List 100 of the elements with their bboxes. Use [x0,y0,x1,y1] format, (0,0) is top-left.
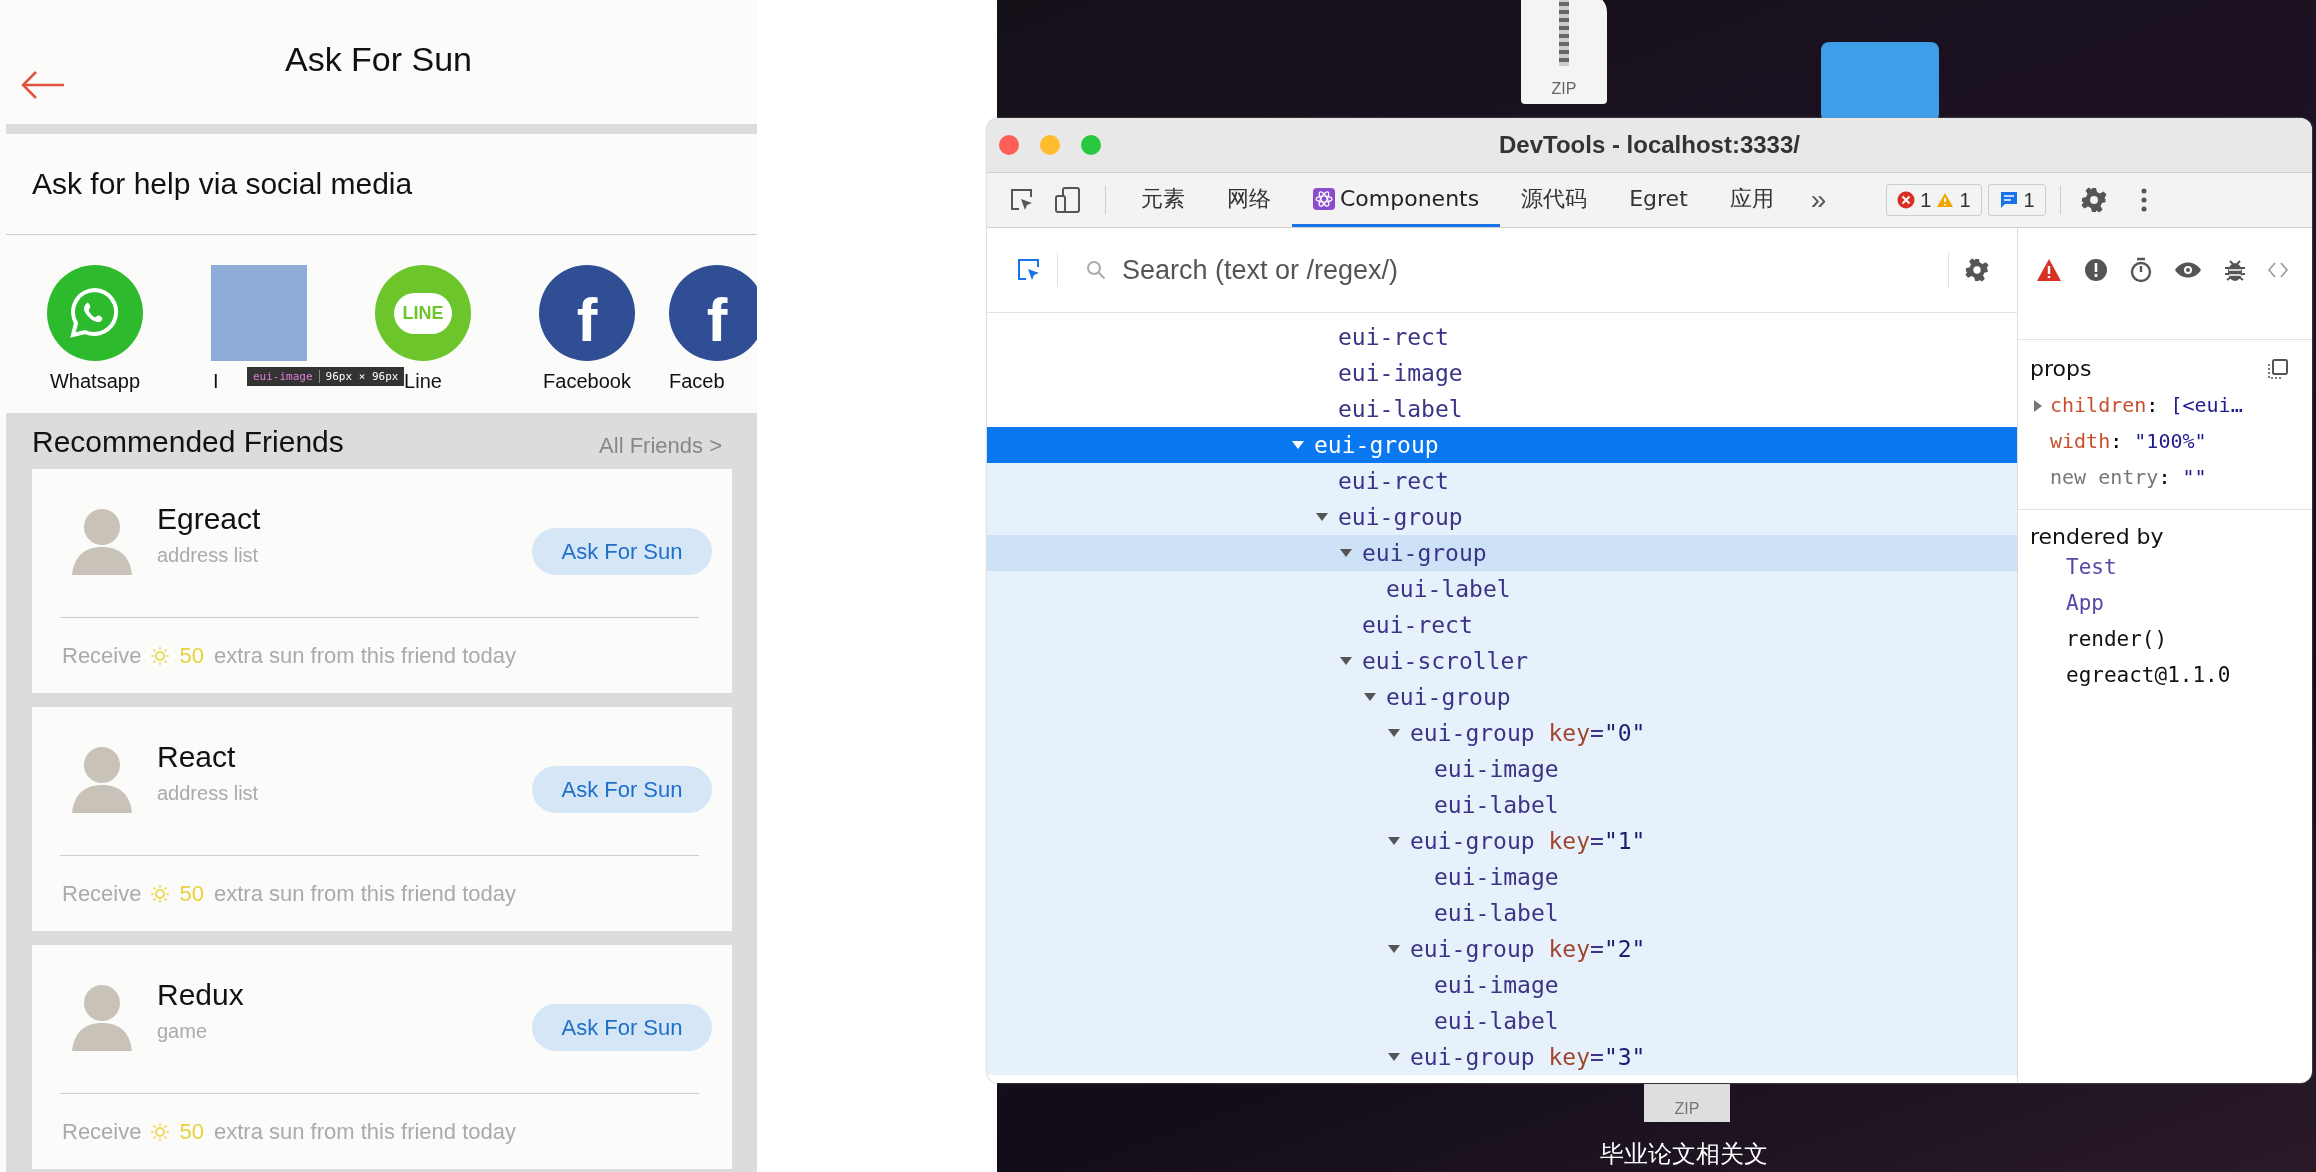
social-label: Faceb [669,369,725,393]
reward-text: Receive [62,642,142,669]
caret-icon[interactable] [1316,513,1328,521]
rendered-by-heading: rendered by [2030,524,2164,549]
reward-text: extra sun from this friend today [213,880,516,907]
tree-node[interactable]: eui-label [987,571,2017,607]
reward-text: extra sun from this friend today [213,1118,516,1145]
tree-node[interactable]: eui-image [987,967,2017,1003]
section-title: Ask for help via social media [31,166,414,202]
copy-icon[interactable] [2268,358,2288,379]
prop-entry[interactable]: new entry: "" [2050,465,2207,489]
friend-name: React [157,740,237,774]
caret-icon[interactable] [2034,400,2042,412]
tree-node[interactable]: eui-image [987,751,2017,787]
owner-text: render() [2066,626,2168,653]
settings-icon[interactable] [1965,258,1989,282]
warning-icon [1936,192,1955,208]
more-options-icon[interactable] [2140,188,2147,212]
device-icon[interactable] [1055,186,1081,214]
reward-amount: 50 [179,642,204,669]
tree-node[interactable]: eui-group [987,535,2017,571]
error-icon [1897,191,1916,209]
tree-node[interactable]: eui-label [987,391,2017,427]
sun-icon [151,646,170,665]
tree-node[interactable]: eui-scroller [987,643,2017,679]
reward-text: Receive [62,880,142,907]
prop-entry[interactable]: children: [<eui… [2050,393,2243,417]
code-icon[interactable] [2268,260,2288,279]
tree-node[interactable]: eui-group [987,679,2017,715]
section-title: Recommended Friends [32,425,344,459]
reward-amount: 50 [179,880,204,907]
issues-counter[interactable]: 1 1 [1886,184,1982,216]
panel-tab[interactable]: 应用 [1708,173,1795,227]
more-tabs-button[interactable]: » [1794,184,1843,216]
tree-node[interactable]: eui-rect [987,319,2017,355]
tree-node[interactable]: eui-label [987,1003,2017,1039]
tree-node[interactable]: eui-label [987,787,2017,823]
panel-tab[interactable]: 元素 [1120,173,1206,227]
panel-tab[interactable]: Components [1292,173,1501,227]
owner-link[interactable]: App [2066,585,2104,621]
eye-icon[interactable] [2174,260,2202,279]
owner-link[interactable]: Test [2066,549,2117,585]
ask-for-sun-button[interactable]: Ask For Sun [532,528,712,575]
tree-node[interactable]: eui-group [987,499,2017,535]
inspector-tooltip: eui-image 96px × 96px [247,367,405,386]
reward-text: Receive [62,1118,142,1145]
caret-icon[interactable] [1292,441,1304,449]
friend-source: address list [157,544,260,567]
tree-node[interactable]: eui-image [987,355,2017,391]
tree-node[interactable]: eui-group key="2" [987,931,2017,967]
panel-tab[interactable]: Egret [1608,173,1709,227]
panel-tab[interactable]: 源代码 [1500,173,1609,227]
window-title: DevTools - localhost:3333/ [1499,131,1800,159]
desktop-file-label[interactable]: 毕业论文相关文 [1600,1138,1768,1170]
social-label: Facebook [543,369,631,393]
sun-icon [151,1122,170,1141]
stopwatch-icon[interactable] [2130,256,2152,283]
ask-for-sun-button[interactable]: Ask For Sun [532,1004,712,1051]
warning-icon[interactable] [2036,257,2062,282]
alert-circle-icon[interactable] [2084,257,2108,282]
tree-node[interactable]: eui-label [987,895,2017,931]
settings-icon[interactable] [2080,187,2107,213]
caret-icon[interactable] [1388,837,1400,845]
sun-icon [151,884,170,903]
f-logo[interactable]: f [539,265,635,361]
caret-icon[interactable] [1388,729,1400,737]
tree-node[interactable]: eui-group key="1" [987,823,2017,859]
inspect-icon[interactable] [1017,258,1041,282]
reward-text: extra sun from this friend today [213,642,516,669]
tree-node[interactable]: eui-group [987,427,2017,463]
friend-name: Egreact [157,502,261,536]
props-heading: props [2030,356,2092,381]
tree-node[interactable]: eui-image [987,859,2017,895]
back-arrow-icon[interactable] [20,70,66,100]
caret-icon[interactable] [1388,945,1400,953]
owner-text: egreact@1.1.0 [2066,662,2231,689]
tree-node[interactable]: eui-group key="3" [987,1039,2017,1075]
social-label: Whatsapp [49,369,141,393]
bug-icon[interactable] [2224,257,2246,282]
caret-icon[interactable] [1388,1053,1400,1061]
tree-node[interactable]: eui-rect [987,463,2017,499]
page-title: Ask For Sun [284,40,473,80]
friend-source: game [157,1020,209,1043]
social-label: Line [404,369,442,393]
tree-node[interactable]: eui-rect [987,607,2017,643]
panel-tab[interactable]: 网络 [1206,173,1292,227]
social-label: I [213,369,219,393]
f-logo[interactable]: f [669,265,757,361]
caret-icon[interactable] [1364,693,1376,701]
tree-node[interactable]: eui-group key="0" [987,715,2017,751]
inspect-icon[interactable] [1009,187,1035,213]
search-field[interactable]: Search (text or /regex/) [1120,253,1932,287]
caret-icon[interactable] [1340,657,1352,665]
message-icon [1998,191,2019,209]
prop-entry[interactable]: width: "100%" [2050,429,2207,453]
reward-amount: 50 [179,1118,204,1145]
zip-file-icon[interactable]: ZIP [1521,0,1607,104]
ask-for-sun-button[interactable]: Ask For Sun [532,766,712,813]
caret-icon[interactable] [1340,549,1352,557]
messages-counter[interactable]: 1 [1987,184,2046,216]
